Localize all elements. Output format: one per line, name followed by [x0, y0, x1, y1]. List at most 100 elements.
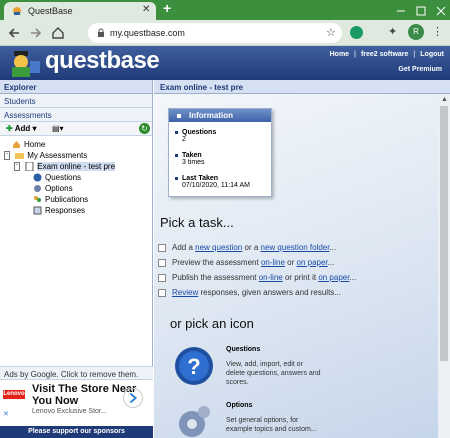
forward-icon[interactable] — [28, 25, 44, 41]
info-last-taken: Last Taken 07/10/2020, 11:14 AM — [175, 175, 250, 189]
task-checkbox[interactable] — [158, 288, 166, 297]
info-questions: Questions 2 — [175, 129, 216, 143]
home-icon — [13, 141, 20, 149]
review-link[interactable]: Review — [172, 288, 198, 297]
feature-title: Options — [226, 402, 253, 409]
question-icon — [33, 173, 42, 182]
pick-icon-heading: or pick an icon — [170, 316, 254, 331]
home-link[interactable]: Home — [330, 51, 349, 58]
collapse-icon[interactable]: - — [14, 162, 20, 172]
bookmark-star-icon[interactable]: ☆ — [326, 26, 336, 39]
questbase-mascot-icon — [12, 51, 40, 77]
logo-text[interactable]: questbase — [45, 47, 160, 75]
separator: | — [354, 51, 356, 58]
address-bar[interactable]: my.questbase.com ☆ — [88, 23, 342, 43]
tree-item-publications[interactable]: Publications — [33, 195, 88, 205]
browser-tabstrip: QuestBase ✕ + — [0, 0, 450, 20]
document-icon — [25, 162, 34, 172]
scroll-up-icon[interactable]: ▲ — [441, 96, 448, 103]
browser-menu-icon[interactable]: ⋮ — [432, 25, 443, 38]
tree-toolbar: ✚ Add ▾ ▤▾ ↻ — [0, 122, 152, 136]
get-premium-link[interactable]: Get Premium — [398, 66, 442, 73]
svg-text:?: ? — [187, 354, 200, 379]
task-preview: Preview the assessment on-line or on pap… — [158, 258, 334, 267]
feature-desc: Set general options, for example topics … — [226, 417, 317, 433]
feature-desc: View, add, import, edit or delete questi… — [226, 361, 321, 386]
feature-title: Questions — [226, 346, 261, 353]
tree-item-questions[interactable]: Questions — [33, 173, 81, 183]
browser-toolbar: my.questbase.com ☆ ✦ R ⋮ — [0, 20, 450, 46]
task-review: Review responses, given answers and resu… — [158, 288, 341, 297]
publish-online-link[interactable]: on-line — [259, 273, 283, 282]
main-panel: Exam online - test pre ▲ Information Que… — [154, 80, 450, 438]
info-taken: Taken 3 times — [175, 152, 205, 166]
ad-banner[interactable]: Lenovo Visit The Store Near You Now Leno… — [0, 380, 153, 426]
gear-icon — [34, 185, 41, 193]
responses-icon — [33, 206, 42, 215]
profile-avatar[interactable]: R — [408, 24, 424, 40]
plus-icon: ✚ — [6, 124, 13, 133]
preview-online-link[interactable]: on-line — [261, 258, 285, 267]
ads-label[interactable]: Ads by Google. Click to remove them. — [0, 366, 153, 380]
new-question-link[interactable]: new question — [195, 243, 242, 252]
task-publish: Publish the assessment on-line or print … — [158, 273, 356, 282]
new-tab-button[interactable]: + — [163, 0, 171, 16]
explorer-panel: Explorer Students Assessments ✚ Add ▾ ▤▾ … — [0, 80, 153, 438]
folder-icon — [15, 153, 25, 160]
task-add: Add a new question or a new question fol… — [158, 243, 336, 252]
print-paper-link[interactable]: on paper — [318, 273, 349, 282]
separator: | — [413, 51, 416, 58]
lenovo-logo: Lenovo — [3, 390, 25, 399]
pick-task-heading: Pick a task... — [160, 215, 234, 230]
information-card: Information Questions 2 Taken 3 times Last… — [168, 108, 272, 197]
lock-icon — [98, 28, 104, 37]
url-text: my.questbase.com — [110, 28, 185, 38]
task-checkbox[interactable] — [158, 243, 166, 252]
tree-item-responses[interactable]: Responses — [33, 206, 85, 216]
close-window-icon[interactable] — [436, 6, 446, 16]
add-button[interactable]: ✚ Add ▾ — [6, 124, 37, 133]
tree-item-options[interactable]: Options — [33, 184, 73, 194]
view-menu-icon[interactable]: ▤▾ — [52, 124, 64, 133]
collapse-icon[interactable]: - — [4, 151, 10, 161]
tab-close-icon[interactable]: ✕ — [142, 4, 150, 15]
information-header: Information — [169, 109, 271, 122]
options-gear-icon[interactable] — [174, 402, 214, 438]
tree-item-my-assessments[interactable]: - My Assessments — [4, 151, 87, 161]
scrollbar[interactable]: ▲ — [438, 94, 450, 438]
add-label: Add — [14, 124, 31, 133]
app-header: questbase Home | free2 software | Logout… — [0, 46, 450, 80]
task-checkbox[interactable] — [158, 258, 166, 267]
maximize-icon[interactable] — [416, 6, 426, 16]
back-icon[interactable] — [6, 25, 22, 41]
nav-assessments[interactable]: Assessments — [0, 108, 152, 122]
nav-students[interactable]: Students — [0, 94, 152, 108]
tree-item-home[interactable]: Home — [12, 140, 45, 150]
header-links: Home | free2 software | Logout — [327, 51, 444, 58]
scrollbar-thumb[interactable] — [440, 106, 448, 361]
free2-software-link[interactable]: free2 software — [361, 51, 408, 58]
preview-paper-link[interactable]: on paper — [297, 258, 328, 267]
ad-close-icon[interactable]: ✕ — [3, 410, 9, 418]
home-icon[interactable] — [50, 25, 66, 41]
explorer-title: Explorer — [0, 80, 152, 94]
users-icon — [34, 196, 41, 203]
task-checkbox[interactable] — [158, 273, 166, 282]
tree-item-exam[interactable]: - Exam online - test pre — [14, 162, 116, 172]
ad-subtitle: Lenovo Exclusive Stor... — [32, 408, 107, 415]
browser-tab[interactable]: QuestBase ✕ — [4, 2, 156, 20]
refresh-icon[interactable]: ↻ — [139, 123, 150, 134]
ad-arrow-icon[interactable] — [123, 388, 143, 408]
logout-link[interactable]: Logout — [420, 51, 444, 58]
questbase-favicon-icon — [13, 7, 21, 15]
window-controls — [392, 1, 450, 19]
support-banner: Please support our sponsors — [0, 426, 153, 438]
tab-title: QuestBase — [28, 6, 73, 16]
extension-icon[interactable] — [350, 26, 363, 39]
bullet-icon — [177, 113, 181, 118]
minimize-icon[interactable] — [396, 6, 406, 16]
extensions-puzzle-icon[interactable]: ✦ — [388, 25, 397, 38]
assessment-tree: Home - My Assessments - Exam online - te… — [0, 136, 152, 376]
question-mark-icon[interactable]: ? — [174, 346, 214, 386]
new-question-folder-link[interactable]: new question folder — [261, 243, 330, 252]
